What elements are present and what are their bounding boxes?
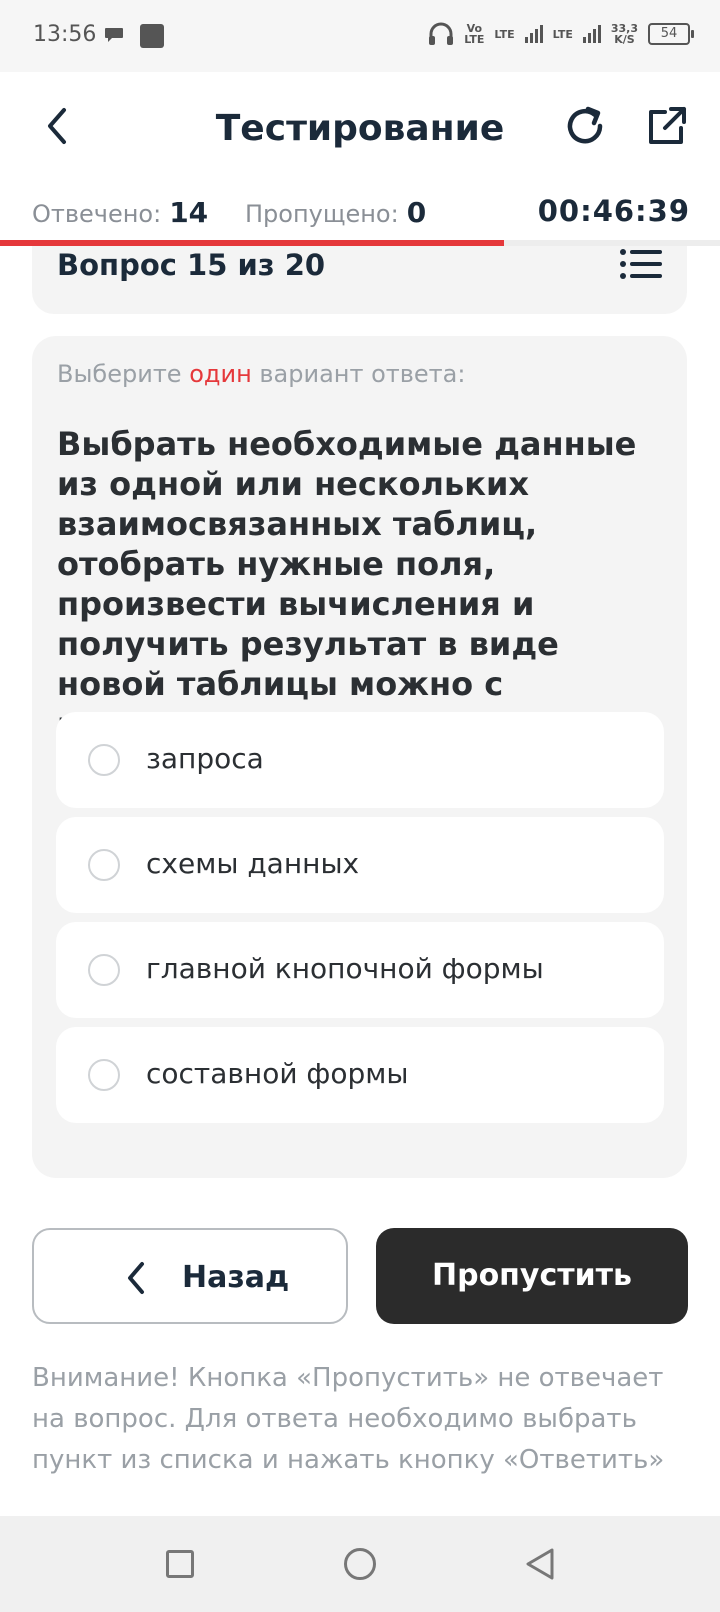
test-counters: Отвечено: 14 Пропущено: 0 00:46:39 bbox=[0, 182, 720, 240]
network-speed: 33,3 K/S bbox=[610, 22, 638, 46]
lte-indicator-2: LTE bbox=[552, 27, 573, 41]
back-button-label: Назад bbox=[182, 1260, 290, 1295]
radio-button[interactable] bbox=[88, 1059, 120, 1091]
signal-bars-icon-1 bbox=[524, 25, 543, 43]
test-timer: 00:46:39 bbox=[537, 194, 690, 228]
app-header: Тестирование bbox=[0, 72, 720, 182]
lte-indicator-1: LTE bbox=[494, 27, 515, 41]
radio-button[interactable] bbox=[88, 849, 120, 881]
answer-option-label: запроса bbox=[146, 742, 264, 775]
back-button[interactable]: Назад bbox=[32, 1228, 348, 1324]
battery-icon: 54 bbox=[648, 23, 694, 45]
progress-bar-fill bbox=[0, 240, 504, 246]
skip-button-label: Пропустить bbox=[431, 1258, 633, 1293]
answer-option-label: составной формы bbox=[146, 1057, 409, 1090]
radio-button[interactable] bbox=[88, 744, 120, 776]
answer-option[interactable]: схемы данных bbox=[56, 817, 664, 913]
skip-warning-text: Внимание! Кнопка «Пропустить» не отвечае… bbox=[32, 1363, 665, 1475]
list-icon[interactable] bbox=[620, 248, 662, 280]
refresh-icon[interactable] bbox=[563, 104, 607, 148]
answer-option-label: главной кнопочной формы bbox=[146, 952, 544, 985]
recent-apps-icon[interactable] bbox=[166, 1550, 194, 1578]
notification-square-icon bbox=[140, 24, 164, 48]
home-icon[interactable] bbox=[344, 1548, 376, 1580]
question-text: Выбрать необходимые данные из одной или … bbox=[57, 425, 637, 743]
progress-bar bbox=[0, 240, 720, 246]
volte-indicator: Vo LTE bbox=[464, 22, 485, 46]
skip-button[interactable]: Пропустить bbox=[376, 1228, 688, 1324]
answered-counter: Отвечено: 14 bbox=[32, 196, 209, 229]
answer-option[interactable]: запроса bbox=[56, 712, 664, 808]
skipped-counter: Пропущено: 0 bbox=[245, 196, 427, 229]
answer-option-label: схемы данных bbox=[146, 847, 360, 880]
signal-bars-icon-2 bbox=[582, 25, 601, 43]
radio-button[interactable] bbox=[88, 954, 120, 986]
answer-option[interactable]: главной кнопочной формы bbox=[56, 922, 664, 1018]
headphones-icon bbox=[429, 22, 454, 45]
answer-hint: Выберите один вариант ответа: bbox=[57, 360, 466, 388]
nav-back-icon[interactable] bbox=[522, 1546, 556, 1582]
question-card: Выберите один вариант ответа: Выбрать не… bbox=[32, 336, 687, 1178]
status-time: 13:56 bbox=[33, 22, 97, 47]
status-bar: 13:56 Vo LTE LTE LTE 33,3 K/S 54 bbox=[0, 0, 720, 72]
external-link-icon[interactable] bbox=[645, 104, 689, 148]
question-counter: Вопрос 15 из 20 bbox=[57, 248, 326, 282]
chevron-left-icon bbox=[128, 1262, 144, 1294]
answer-option[interactable]: составной формы bbox=[56, 1027, 664, 1123]
page-title: Тестирование bbox=[215, 108, 505, 149]
chat-notification-icon bbox=[105, 28, 123, 42]
